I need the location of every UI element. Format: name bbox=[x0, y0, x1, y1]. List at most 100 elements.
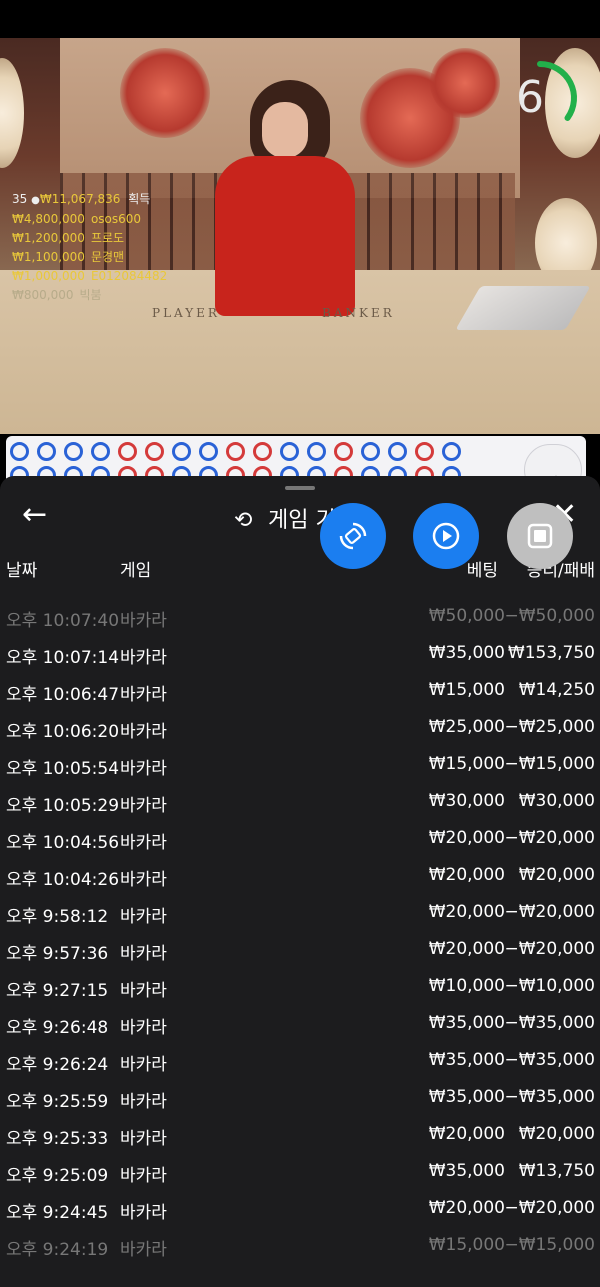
row-game: 바카라 bbox=[120, 722, 167, 742]
history-row[interactable]: 오후 9:24:19 바카라 ₩15,000 −₩15,000 bbox=[0, 1235, 600, 1272]
row-game: 바카라 bbox=[120, 944, 167, 964]
stop-button[interactable] bbox=[507, 503, 573, 569]
winner-name: E012084482 bbox=[90, 269, 168, 283]
history-row[interactable]: 오후 10:07:14 바카라 ₩35,000 ₩153,750 bbox=[0, 643, 600, 680]
row-date: 오후 9:57:36 bbox=[6, 944, 109, 964]
row-bet: ₩20,000 bbox=[428, 1198, 505, 1218]
player-count: 35 bbox=[12, 192, 28, 206]
row-game: 바카라 bbox=[120, 1166, 167, 1186]
history-row[interactable]: 오후 10:07:40 바카라 ₩50,000 −₩50,000 bbox=[0, 606, 600, 643]
winners-header: 35 ●₩11,067,836 획득 bbox=[12, 190, 167, 210]
row-result: −₩50,000 bbox=[504, 606, 595, 626]
stop-icon bbox=[527, 523, 553, 549]
row-result: ₩153,750 bbox=[507, 643, 595, 663]
column-date: 날짜 bbox=[6, 561, 38, 581]
winner-amount: ₩4,800,000 bbox=[12, 212, 85, 226]
history-row[interactable]: 오후 10:05:54 바카라 ₩15,000 −₩15,000 bbox=[0, 754, 600, 791]
total-winnings: ₩11,067,836 bbox=[39, 192, 121, 206]
banker-bead bbox=[334, 442, 353, 461]
banker-bead bbox=[145, 442, 164, 461]
banker-bead bbox=[226, 442, 245, 461]
history-row[interactable]: 오후 9:27:15 바카라 ₩10,000 −₩10,000 bbox=[0, 976, 600, 1013]
banker-bead bbox=[415, 442, 434, 461]
banker-bead bbox=[253, 442, 272, 461]
status-bar bbox=[0, 0, 600, 38]
history-row[interactable]: 오후 9:25:59 바카라 ₩35,000 −₩35,000 bbox=[0, 1087, 600, 1124]
winnings-label: 획득 bbox=[128, 192, 151, 206]
row-game: 바카라 bbox=[120, 685, 167, 705]
winner-row: ₩1,000,000 E012084482 bbox=[12, 267, 167, 286]
row-result: −₩25,000 bbox=[504, 717, 595, 737]
row-bet: ₩10,000 bbox=[428, 976, 505, 996]
row-date: 오후 9:25:59 bbox=[6, 1092, 109, 1112]
row-result: ₩20,000 bbox=[518, 865, 595, 885]
dealer bbox=[215, 156, 355, 316]
row-date: 오후 9:26:48 bbox=[6, 1018, 109, 1038]
winner-amount: ₩1,100,000 bbox=[12, 250, 85, 264]
player-bead bbox=[199, 442, 218, 461]
row-date: 오후 9:27:15 bbox=[6, 981, 109, 1001]
replay-button[interactable] bbox=[413, 503, 479, 569]
row-date: 오후 9:26:24 bbox=[6, 1055, 109, 1075]
history-row[interactable]: 오후 9:58:12 바카라 ₩20,000 −₩20,000 bbox=[0, 902, 600, 939]
row-result: −₩20,000 bbox=[504, 939, 595, 959]
row-bet: ₩15,000 bbox=[428, 754, 505, 774]
winner-row: ₩4,800,000 osos600 bbox=[12, 210, 167, 229]
row-game: 바카라 bbox=[120, 1129, 167, 1149]
player-bead bbox=[307, 442, 326, 461]
rotate-icon bbox=[339, 522, 367, 550]
row-date: 오후 10:04:26 bbox=[6, 870, 120, 890]
history-row[interactable]: 오후 10:04:56 바카라 ₩20,000 −₩20,000 bbox=[0, 828, 600, 865]
row-date: 오후 9:24:45 bbox=[6, 1203, 109, 1223]
history-row[interactable]: 오후 9:26:24 바카라 ₩35,000 −₩35,000 bbox=[0, 1050, 600, 1087]
row-game: 바카라 bbox=[120, 1092, 167, 1112]
history-row[interactable]: 오후 9:24:45 바카라 ₩20,000 −₩20,000 bbox=[0, 1198, 600, 1235]
row-bet: ₩35,000 bbox=[428, 643, 505, 663]
history-row[interactable]: 오후 9:25:33 바카라 ₩20,000 ₩20,000 bbox=[0, 1124, 600, 1161]
row-result: −₩35,000 bbox=[504, 1013, 595, 1033]
player-label: PLAYER bbox=[152, 306, 220, 320]
history-row[interactable]: 오후 9:25:09 바카라 ₩35,000 ₩13,750 bbox=[0, 1161, 600, 1198]
row-date: 오후 10:05:29 bbox=[6, 796, 120, 816]
rotate-button[interactable] bbox=[320, 503, 386, 569]
lantern bbox=[0, 58, 24, 168]
winner-name: 문경맨 bbox=[90, 250, 125, 264]
person-icon: ● bbox=[31, 195, 40, 206]
row-bet: ₩20,000 bbox=[428, 828, 505, 848]
row-bet: ₩35,000 bbox=[428, 1161, 505, 1181]
row-bet: ₩15,000 bbox=[428, 1235, 505, 1255]
row-game: 바카라 bbox=[120, 981, 167, 1001]
row-game: 바카라 bbox=[120, 1203, 167, 1223]
row-game: 바카라 bbox=[120, 1055, 167, 1075]
winner-name: 빅붐 bbox=[79, 288, 102, 302]
row-date: 오후 9:25:09 bbox=[6, 1166, 109, 1186]
row-bet: ₩35,000 bbox=[428, 1013, 505, 1033]
history-row[interactable]: 오후 10:04:26 바카라 ₩20,000 ₩20,000 bbox=[0, 865, 600, 902]
player-bead bbox=[172, 442, 191, 461]
row-bet: ₩25,000 bbox=[428, 717, 505, 737]
column-bet: 베팅 bbox=[466, 561, 498, 581]
arrow-left-icon[interactable]: ← bbox=[22, 500, 47, 530]
winner-row: ₩1,100,000 문경맨 bbox=[12, 248, 167, 267]
player-bead bbox=[388, 442, 407, 461]
history-row[interactable]: 오후 10:05:29 바카라 ₩30,000 ₩30,000 bbox=[0, 791, 600, 828]
row-game: 바카라 bbox=[120, 759, 167, 779]
history-row[interactable]: 오후 9:26:48 바카라 ₩35,000 −₩35,000 bbox=[0, 1013, 600, 1050]
row-result: −₩20,000 bbox=[504, 828, 595, 848]
drag-handle[interactable] bbox=[285, 486, 315, 490]
player-bead bbox=[442, 442, 461, 461]
row-result: −₩35,000 bbox=[504, 1087, 595, 1107]
winners-list: 35 ●₩11,067,836 획득 ₩4,800,000 osos600 ₩1,2… bbox=[12, 190, 167, 305]
row-game: 바카라 bbox=[120, 870, 167, 890]
history-row[interactable]: 오후 10:06:47 바카라 ₩15,000 ₩14,250 bbox=[0, 680, 600, 717]
row-game: 바카라 bbox=[120, 1018, 167, 1038]
winner-name: 프로도 bbox=[90, 231, 125, 245]
winner-amount: ₩800,000 bbox=[12, 288, 74, 302]
row-bet: ₩20,000 bbox=[428, 1124, 505, 1144]
player-bead bbox=[361, 442, 380, 461]
row-result: −₩15,000 bbox=[504, 754, 595, 774]
row-date: 오후 10:05:54 bbox=[6, 759, 120, 779]
history-row[interactable]: 오후 10:06:20 바카라 ₩25,000 −₩25,000 bbox=[0, 717, 600, 754]
player-bead bbox=[91, 442, 110, 461]
history-row[interactable]: 오후 9:57:36 바카라 ₩20,000 −₩20,000 bbox=[0, 939, 600, 976]
